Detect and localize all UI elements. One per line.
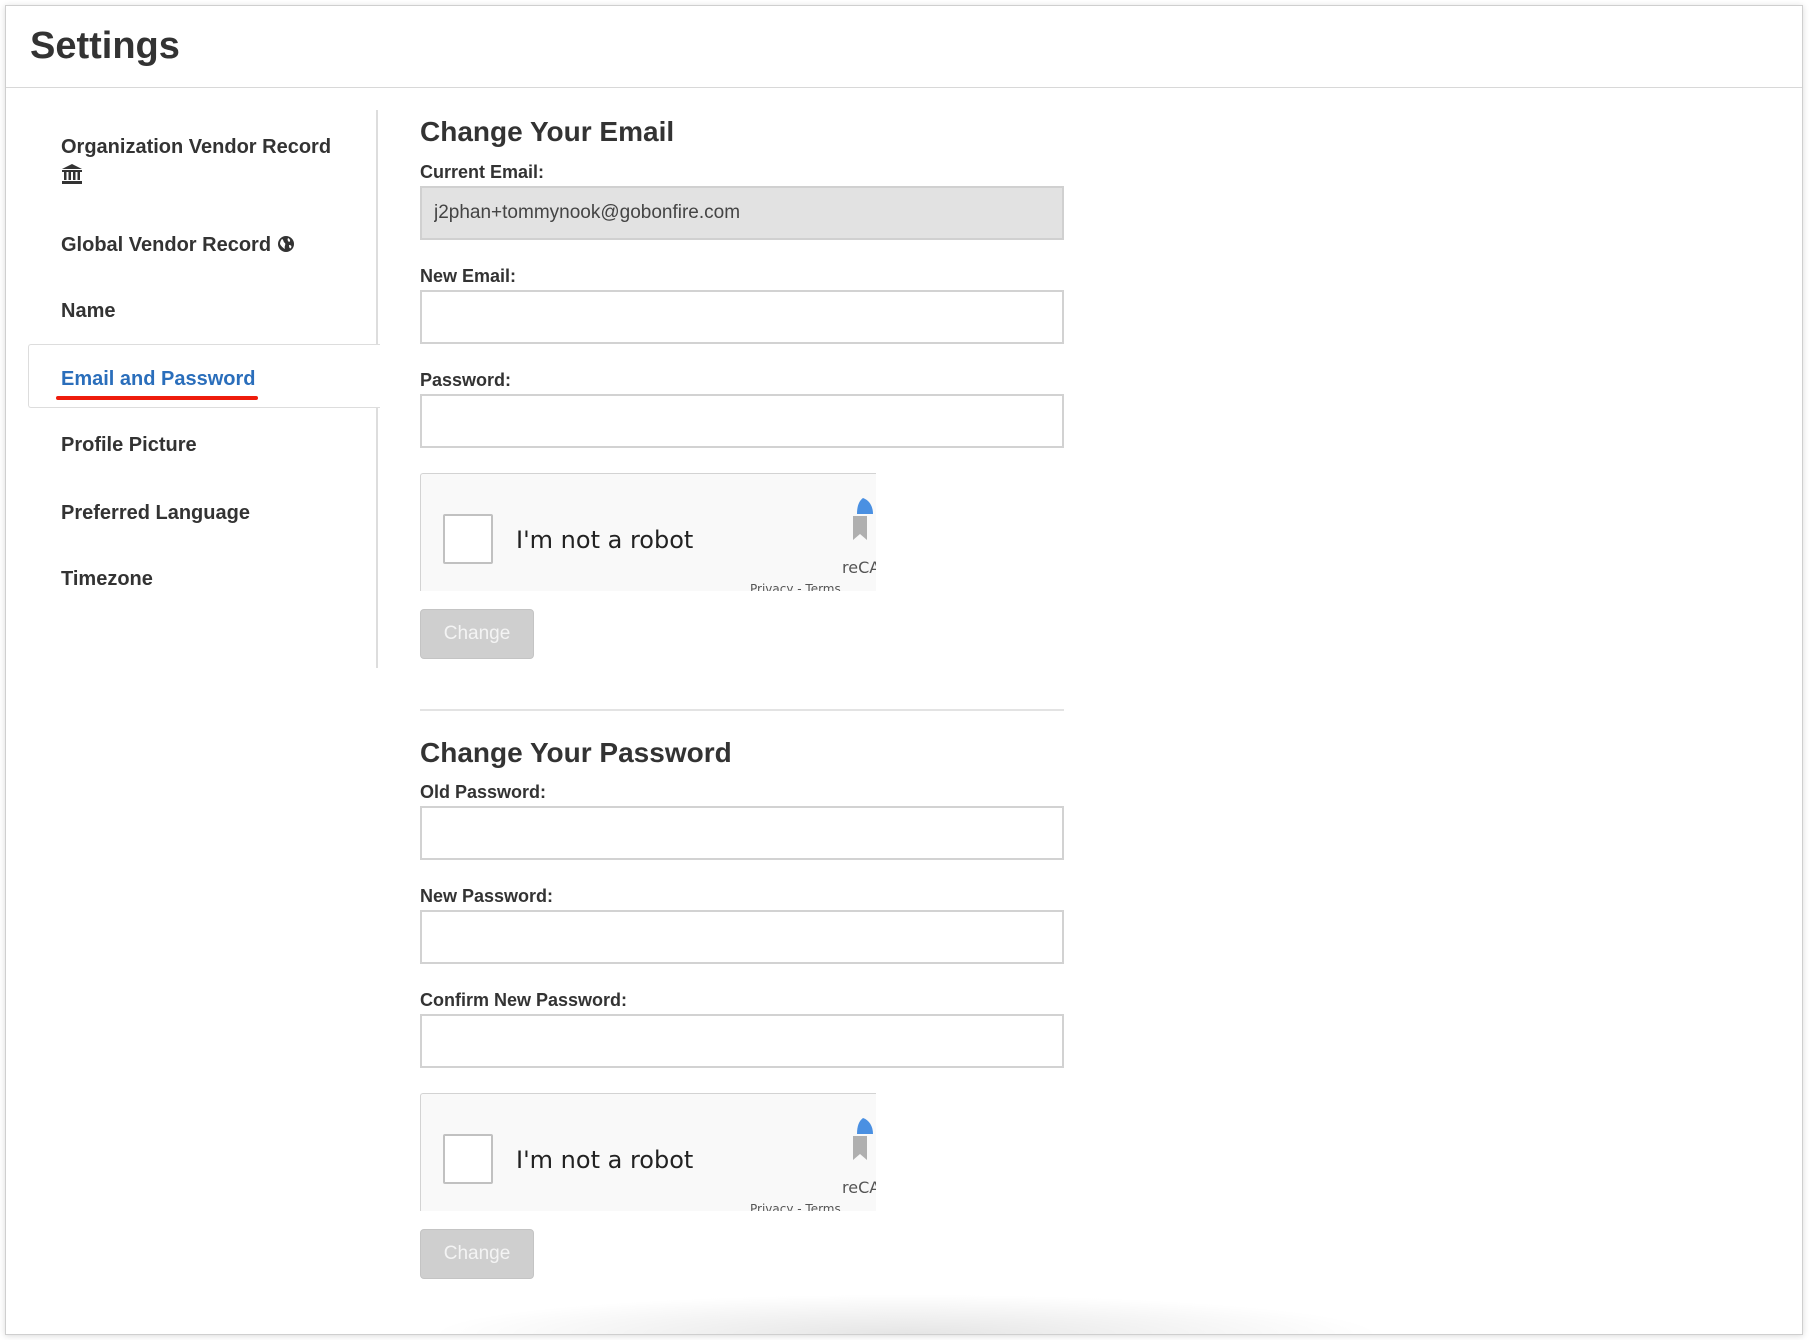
recaptcha-checkbox[interactable] <box>443 514 493 564</box>
sidebar-item-label: Preferred Language <box>61 502 250 524</box>
change-password-button[interactable]: Change <box>420 1229 534 1279</box>
recaptcha-checkbox[interactable] <box>443 1134 493 1184</box>
settings-sidebar: Organization Vendor Record Global Vendor… <box>6 110 380 668</box>
current-email-label: Current Email: <box>420 162 545 182</box>
sidebar-item-preferred-language[interactable]: Preferred Language <box>61 502 250 525</box>
confirm-password-field[interactable] <box>420 1014 1064 1068</box>
confirm-password-label: Confirm New Password: <box>420 990 628 1010</box>
sidebar-item-label: Email and Password <box>61 368 256 390</box>
recaptcha-widget-password: I'm not a robot reCAPTCHA Privacy - Term… <box>420 1093 876 1211</box>
bottom-shadow <box>426 1294 1386 1334</box>
new-password-field[interactable] <box>420 910 1064 964</box>
change-email-title: Change Your Email <box>420 116 675 147</box>
recaptcha-brand: reCAPTCHA <box>842 1178 876 1197</box>
page-title: Settings <box>30 25 180 67</box>
current-email-field <box>420 186 1064 240</box>
new-email-label: New Email: <box>420 266 517 286</box>
old-password-label: Old Password: <box>420 782 547 802</box>
sidebar-item-label: Name <box>61 300 116 322</box>
change-email-button[interactable]: Change <box>420 609 534 659</box>
recaptcha-logo-icon <box>843 492 876 546</box>
old-password-field[interactable] <box>420 806 1064 860</box>
new-email-field[interactable] <box>420 290 1064 344</box>
change-password-title: Change Your Password <box>420 737 732 768</box>
sidebar-item-profile-picture[interactable]: Profile Picture <box>61 434 197 457</box>
new-password-label: New Password: <box>420 886 554 906</box>
settings-window: Settings Organization Vendor Record Glob… <box>5 5 1803 1335</box>
globe-icon <box>277 235 295 259</box>
sidebar-item-name[interactable]: Name <box>61 300 115 323</box>
sidebar-item-organization-vendor-record[interactable]: Organization Vendor Record <box>61 136 331 191</box>
recaptcha-label: I'm not a robot <box>516 1146 694 1174</box>
page-header: Settings <box>6 6 1802 88</box>
sidebar-item-global-vendor-record[interactable]: Global Vendor Record <box>61 234 295 259</box>
password-label: Password: <box>420 370 512 390</box>
section-divider <box>420 709 1064 711</box>
bank-icon <box>61 163 83 191</box>
recaptcha-links[interactable]: Privacy - Terms <box>750 582 841 591</box>
password-field[interactable] <box>420 394 1064 448</box>
sidebar-item-timezone[interactable]: Timezone <box>61 568 153 591</box>
recaptcha-brand: reCAPTCHA <box>842 558 876 577</box>
sidebar-item-label: Profile Picture <box>61 434 197 456</box>
recaptcha-widget-email: I'm not a robot reCAPTCHA Privacy - Term… <box>420 473 876 591</box>
recaptcha-links[interactable]: Privacy - Terms <box>750 1202 841 1211</box>
recaptcha-logo-icon <box>843 1112 876 1166</box>
sidebar-item-label: Timezone <box>61 568 153 590</box>
sidebar-item-label: Organization Vendor Record <box>61 136 332 158</box>
sidebar-item-email-and-password[interactable]: Email and Password <box>61 368 256 391</box>
sidebar-item-label: Global Vendor Record <box>61 234 272 256</box>
recaptcha-label: I'm not a robot <box>516 526 694 554</box>
active-item-underline <box>56 396 258 400</box>
